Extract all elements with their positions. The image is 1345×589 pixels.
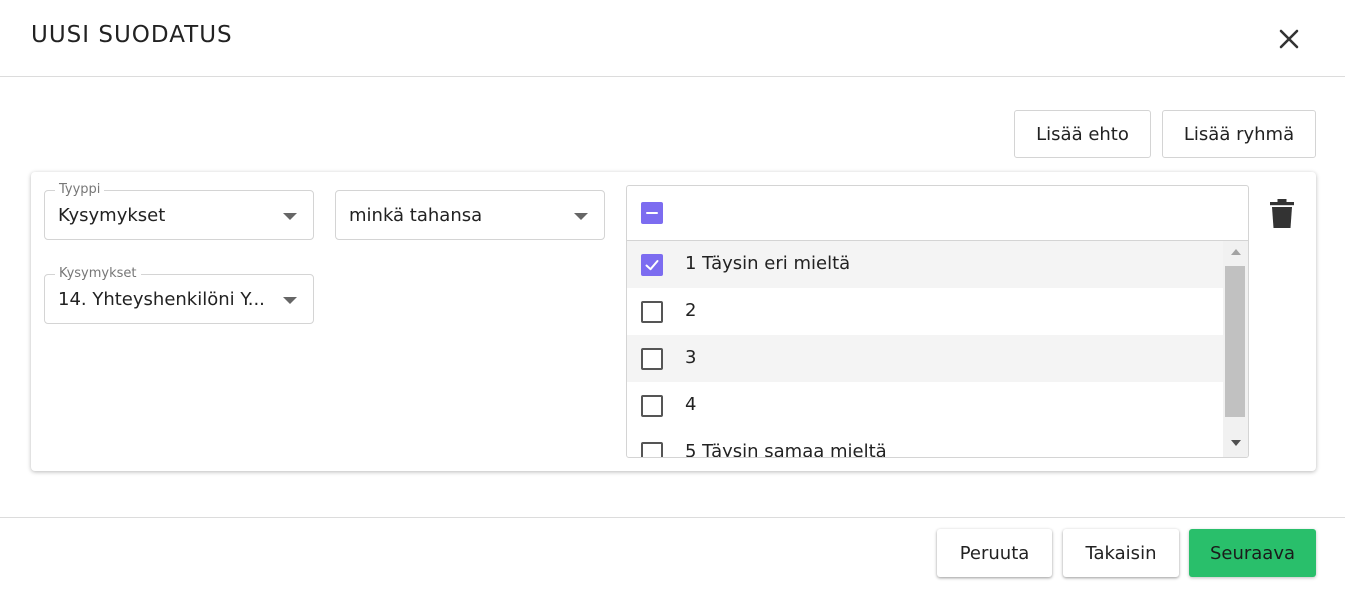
option-checkbox[interactable] <box>641 442 663 457</box>
option-checkbox[interactable] <box>641 254 663 276</box>
list-item[interactable]: 2 <box>627 288 1223 335</box>
option-label: 1 Täysin eri mieltä <box>685 253 851 274</box>
chevron-down-icon <box>574 213 588 220</box>
option-label: 2 <box>685 300 697 321</box>
list-item[interactable]: 3 <box>627 335 1223 382</box>
scroll-up-arrow-icon[interactable] <box>1231 249 1241 255</box>
chevron-down-icon <box>283 297 297 304</box>
condition-card: Tyyppi Kysymykset minkä tahansa Kysymyks… <box>31 172 1316 471</box>
add-condition-button[interactable]: Lisää ehto <box>1014 110 1151 158</box>
question-select-label: Kysymykset <box>55 267 141 281</box>
type-select-label: Tyyppi <box>55 183 105 197</box>
add-group-button[interactable]: Lisää ryhmä <box>1162 110 1316 158</box>
close-icon[interactable] <box>1274 24 1304 54</box>
scrollbar-thumb[interactable] <box>1225 266 1245 417</box>
list-item[interactable]: 5 Täysin samaa mieltä <box>627 429 1223 458</box>
options-scroll-area: 1 Täysin eri mieltä 2 3 4 5 Täysin samaa… <box>627 241 1223 458</box>
trash-icon[interactable] <box>1269 199 1295 229</box>
back-button[interactable]: Takaisin <box>1063 529 1179 577</box>
question-select-value: 14. Yhteyshenkilöni Y... <box>58 289 265 310</box>
select-all-checkbox[interactable] <box>641 202 663 224</box>
cancel-button[interactable]: Peruuta <box>937 529 1052 577</box>
list-item[interactable]: 4 <box>627 382 1223 429</box>
footer-divider <box>0 517 1345 518</box>
option-label: 4 <box>685 394 697 415</box>
dialog-title: UUSI SUODATUS <box>31 22 233 48</box>
chevron-down-icon <box>283 213 297 220</box>
question-select[interactable]: Kysymykset 14. Yhteyshenkilöni Y... <box>44 267 314 324</box>
operator-select[interactable]: minkä tahansa <box>335 190 605 240</box>
option-checkbox[interactable] <box>641 301 663 323</box>
type-select[interactable]: Tyyppi Kysymykset <box>44 183 314 240</box>
scroll-down-arrow-icon[interactable] <box>1231 440 1241 446</box>
option-label: 3 <box>685 347 697 368</box>
operator-select-value: minkä tahansa <box>349 205 483 226</box>
answer-options-list: 1 Täysin eri mieltä 2 3 4 5 Täysin samaa… <box>626 185 1249 458</box>
type-select-value: Kysymykset <box>58 205 166 226</box>
option-checkbox[interactable] <box>641 348 663 370</box>
select-all-row <box>627 186 1248 241</box>
list-item[interactable]: 1 Täysin eri mieltä <box>627 241 1223 288</box>
next-button[interactable]: Seuraava <box>1189 529 1316 577</box>
option-checkbox[interactable] <box>641 395 663 417</box>
option-label: 5 Täysin samaa mieltä <box>685 441 887 458</box>
options-scrollbar[interactable] <box>1223 241 1248 457</box>
dialog-header: UUSI SUODATUS <box>0 0 1345 77</box>
